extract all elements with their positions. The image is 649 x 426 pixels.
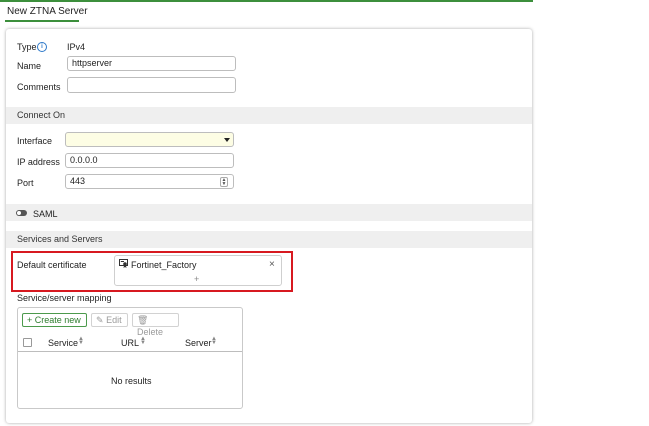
services-section-header: Services and Servers xyxy=(6,231,532,248)
create-new-button[interactable]: + Create new xyxy=(22,313,87,327)
chevron-down-icon[interactable] xyxy=(224,138,230,142)
create-new-label: Create new xyxy=(34,315,81,325)
pencil-icon: ✎ xyxy=(96,315,104,325)
saml-label: SAML xyxy=(33,209,58,219)
name-label: Name xyxy=(17,61,42,71)
edit-button[interactable]: ✎ Edit xyxy=(91,313,128,327)
top-accent-bar xyxy=(0,0,533,2)
port-input[interactable]: 443 xyxy=(65,174,234,189)
sort-icon[interactable]: ▲ ▼ xyxy=(78,336,84,346)
type-label: Type xyxy=(17,42,37,52)
empty-table-message: No results xyxy=(111,376,152,386)
delete-button[interactable]: 🗑 Delete xyxy=(132,313,179,337)
add-certificate-icon[interactable]: + xyxy=(194,274,199,284)
interface-label: Interface xyxy=(17,136,53,146)
connect-on-heading: Connect On xyxy=(17,110,66,120)
sort-icon[interactable]: ▲ ▼ xyxy=(211,336,217,346)
column-header-server[interactable]: Server xyxy=(185,338,212,348)
info-icon[interactable]: i xyxy=(37,42,47,52)
connect-on-section-header: Connect On xyxy=(6,107,532,124)
port-label: Port xyxy=(17,178,34,188)
column-header-url[interactable]: URL xyxy=(121,338,139,348)
comments-label: Comments xyxy=(17,82,61,92)
plus-icon: + xyxy=(27,315,33,325)
service-mapping-label: Service/server mapping xyxy=(17,293,112,303)
saml-section-header xyxy=(6,204,532,221)
certificate-icon xyxy=(119,259,128,268)
trash-icon: 🗑 xyxy=(137,315,149,325)
certificate-name: Fortinet_Factory xyxy=(131,260,197,270)
default-certificate-label: Default certificate xyxy=(17,260,87,270)
sort-icon[interactable]: ▲ ▼ xyxy=(140,336,146,346)
ip-address-label: IP address xyxy=(17,157,60,167)
title-underline xyxy=(5,20,79,22)
interface-select[interactable] xyxy=(65,132,234,147)
comments-textarea[interactable] xyxy=(67,77,236,93)
services-heading: Services and Servers xyxy=(17,234,103,244)
column-header-service[interactable]: Service xyxy=(48,338,78,348)
select-all-checkbox[interactable] xyxy=(23,338,32,347)
ip-address-input[interactable]: 0.0.0.0 xyxy=(65,153,234,168)
name-input[interactable]: httpserver xyxy=(67,56,236,71)
port-spinner-icon[interactable]: ▲ ▼ xyxy=(220,177,228,187)
type-value: IPv4 xyxy=(67,42,86,52)
edit-label: Edit xyxy=(106,315,122,325)
saml-toggle[interactable] xyxy=(16,210,27,216)
page-title: New ZTNA Server xyxy=(7,6,88,17)
remove-certificate-icon[interactable]: × xyxy=(269,259,275,270)
